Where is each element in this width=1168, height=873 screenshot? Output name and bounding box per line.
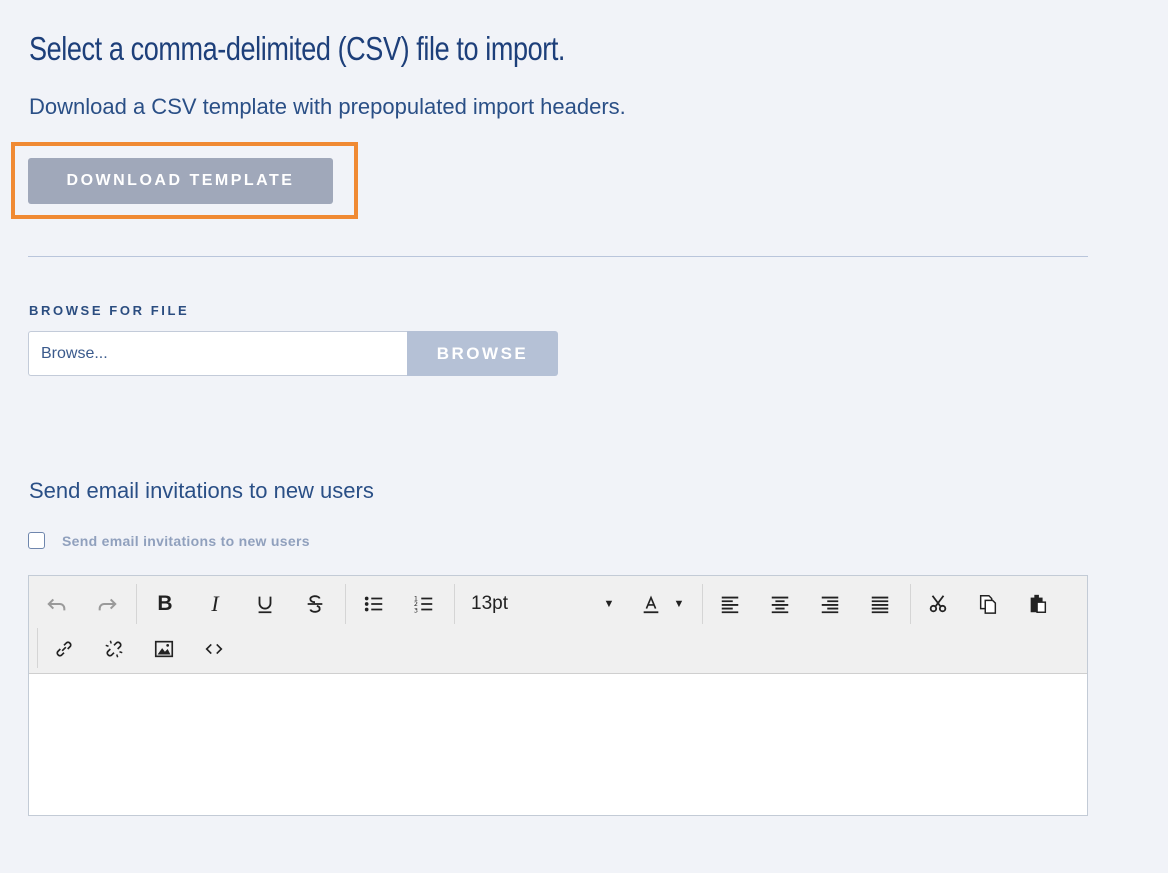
bold-icon[interactable]: B	[147, 586, 183, 622]
underline-icon[interactable]	[247, 586, 283, 622]
file-path-input[interactable]	[28, 331, 408, 376]
toolbar-separator	[910, 584, 911, 624]
download-template-button[interactable]: DOWNLOAD TEMPLATE	[28, 158, 333, 204]
numbered-list-icon[interactable]: 123	[406, 586, 442, 622]
toolbar-separator	[37, 628, 38, 668]
redo-icon[interactable]	[89, 586, 125, 622]
font-size-select[interactable]: 13pt	[471, 586, 621, 622]
send-invitations-checkbox[interactable]	[28, 532, 45, 549]
toolbar-separator	[345, 584, 346, 624]
send-invitations-row[interactable]: Send email invitations to new users	[28, 532, 310, 549]
strikethrough-icon[interactable]	[297, 586, 333, 622]
font-color-icon[interactable]	[633, 586, 669, 622]
link-icon[interactable]	[46, 631, 82, 667]
copy-icon[interactable]	[970, 586, 1006, 622]
page-subtitle: Download a CSV template with prepopulate…	[29, 94, 626, 119]
align-left-icon[interactable]	[712, 586, 748, 622]
code-icon[interactable]	[196, 631, 232, 667]
editor-content-area[interactable]	[29, 674, 1087, 815]
send-invitations-label[interactable]: Send email invitations to new users	[62, 533, 310, 549]
chevron-down-icon[interactable]: ▼	[601, 586, 617, 622]
align-right-icon[interactable]	[812, 586, 848, 622]
toolbar-separator	[702, 584, 703, 624]
section-divider	[28, 256, 1088, 257]
font-color-chevron-down-icon[interactable]: ▼	[669, 586, 689, 622]
paste-icon[interactable]	[1020, 586, 1056, 622]
invitations-section-title: Send email invitations to new users	[29, 478, 374, 503]
undo-icon[interactable]	[39, 586, 75, 622]
editor-toolbar: B I 123 13pt ▼ ▼	[29, 576, 1087, 674]
browse-for-file-label: BROWSE FOR FILE	[29, 303, 190, 318]
image-icon[interactable]	[146, 631, 182, 667]
rich-text-editor: B I 123 13pt ▼ ▼	[28, 575, 1088, 816]
unlink-icon[interactable]	[96, 631, 132, 667]
toolbar-separator	[136, 584, 137, 624]
page-title: Select a comma-delimited (CSV) file to i…	[29, 30, 566, 67]
italic-icon[interactable]: I	[197, 586, 233, 622]
cut-icon[interactable]	[920, 586, 956, 622]
justify-icon[interactable]	[862, 586, 898, 622]
toolbar-separator	[454, 584, 455, 624]
browse-button[interactable]: BROWSE	[407, 331, 558, 376]
svg-text:3: 3	[414, 606, 418, 614]
bulleted-list-icon[interactable]	[356, 586, 392, 622]
align-center-icon[interactable]	[762, 586, 798, 622]
